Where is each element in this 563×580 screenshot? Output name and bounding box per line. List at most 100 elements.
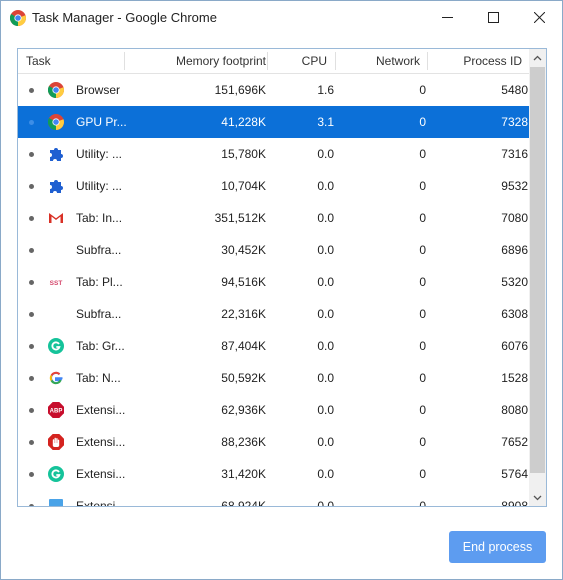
- table-row[interactable]: Utility: ... 10,704K 0.0 0 9532: [18, 170, 529, 202]
- cell-network: 0: [419, 211, 426, 225]
- minimize-icon: [441, 17, 453, 18]
- table-row[interactable]: Subfra... 30,452K 0.0 0 6896: [18, 234, 529, 266]
- table-row[interactable]: Browser 151,696K 1.6 0 5480: [18, 74, 529, 106]
- cell-memory: 41,228K: [221, 115, 266, 129]
- cell-network: 0: [419, 179, 426, 193]
- table-row[interactable]: GPU Pr... 41,228K 3.1 0 7328: [18, 106, 529, 138]
- maximize-button[interactable]: [470, 1, 516, 34]
- table-row[interactable]: Extensi... 88,236K 0.0 0 7652: [18, 426, 529, 458]
- chrome-icon: [47, 114, 64, 130]
- column-divider[interactable]: [124, 52, 125, 70]
- row-bullet: [29, 152, 34, 157]
- end-process-button[interactable]: End process: [449, 531, 546, 563]
- cell-network: 0: [419, 403, 426, 417]
- row-bullet: [29, 184, 34, 189]
- table-row[interactable]: Subfra... 22,316K 0.0 0 6308: [18, 298, 529, 330]
- cell-network: 0: [419, 499, 426, 507]
- title-bar[interactable]: Task Manager - Google Chrome: [1, 1, 562, 34]
- row-bullet: [29, 472, 34, 477]
- column-divider[interactable]: [335, 52, 336, 70]
- cell-task: GPU Pr...: [76, 115, 127, 129]
- gmail-icon: [48, 210, 64, 226]
- scroll-down-button[interactable]: [529, 489, 546, 506]
- cell-network: 0: [419, 115, 426, 129]
- minimize-button[interactable]: [424, 1, 470, 34]
- table-row[interactable]: Utility: ... 15,780K 0.0 0 7316: [18, 138, 529, 170]
- abp-icon: ABP: [48, 402, 64, 418]
- cell-cpu: 0.0: [317, 211, 334, 225]
- cell-task: Utility: ...: [76, 147, 123, 161]
- table-row[interactable]: Extensi... 31,420K 0.0 0 5764: [18, 458, 529, 490]
- scrollbar-thumb[interactable]: [530, 67, 545, 473]
- column-header-cpu[interactable]: CPU: [269, 49, 327, 74]
- table-row[interactable]: Tab: Gr... 87,404K 0.0 0 6076: [18, 330, 529, 362]
- cell-task: Tab: In...: [76, 211, 123, 225]
- cell-process-id: 8080: [501, 403, 528, 417]
- table-row[interactable]: ABP Extensi... 62,936K 0.0 0 8080: [18, 394, 529, 426]
- cell-task: Browser: [76, 83, 121, 97]
- cell-process-id: 6076: [501, 339, 528, 353]
- vertical-scrollbar[interactable]: [529, 49, 546, 506]
- cell-task: Utility: ...: [76, 179, 123, 193]
- cell-process-id: 7328: [501, 115, 528, 129]
- cell-memory: 31,420K: [221, 467, 266, 481]
- column-header-process-id[interactable]: Process ID: [429, 49, 522, 74]
- row-bullet: [29, 88, 34, 93]
- column-header-task[interactable]: Task: [26, 49, 51, 74]
- table-row[interactable]: Tab: In... 351,512K 0.0 0 7080: [18, 202, 529, 234]
- row-bullet: [29, 504, 34, 506]
- cell-memory: 15,780K: [221, 147, 266, 161]
- cell-memory: 88,236K: [221, 435, 266, 449]
- scroll-up-button[interactable]: [529, 49, 546, 66]
- puzzle-icon: [48, 146, 64, 162]
- row-bullet: [29, 312, 34, 317]
- cell-memory: 87,404K: [221, 339, 266, 353]
- stop-hand-icon: [48, 434, 64, 450]
- table-row[interactable]: SST Tab: Pl... 94,516K 0.0 0 5320: [18, 266, 529, 298]
- cell-memory: 22,316K: [221, 307, 266, 321]
- cell-network: 0: [419, 275, 426, 289]
- row-bullet: [29, 280, 34, 285]
- row-bullet: [29, 120, 34, 125]
- column-header-memory[interactable]: Memory footprint: [126, 49, 266, 74]
- extension-blue-icon: [48, 498, 64, 506]
- grammarly-icon: [48, 338, 64, 354]
- cell-memory: 62,936K: [221, 403, 266, 417]
- cell-process-id: 6308: [501, 307, 528, 321]
- cell-task: Extensi...: [76, 499, 126, 507]
- cell-cpu: 0.0: [317, 403, 334, 417]
- table-row[interactable]: Tab: N... 50,592K 0.0 0 1528: [18, 362, 529, 394]
- task-manager-window: Task Manager - Google Chrome Task Memory…: [0, 0, 563, 580]
- column-divider[interactable]: [267, 52, 268, 70]
- close-button[interactable]: [516, 1, 562, 34]
- cell-cpu: 0.0: [317, 147, 334, 161]
- cell-cpu: 0.0: [317, 467, 334, 481]
- row-bullet: [29, 344, 34, 349]
- cell-task: Subfra...: [76, 307, 122, 321]
- cell-network: 0: [419, 147, 426, 161]
- cell-cpu: 0.0: [317, 275, 334, 289]
- table-header: Task Memory footprint CPU Network Proces…: [18, 49, 529, 74]
- cell-network: 0: [419, 339, 426, 353]
- chrome-icon: [10, 10, 26, 26]
- cell-cpu: 0.0: [317, 179, 334, 193]
- column-divider[interactable]: [427, 52, 428, 70]
- cell-process-id: 5320: [501, 275, 528, 289]
- puzzle-icon: [48, 178, 64, 194]
- cell-cpu: 0.0: [317, 435, 334, 449]
- cell-task: Subfra...: [76, 243, 122, 257]
- table-row[interactable]: Extensi... 68,924K 0.0 0 8908: [18, 490, 529, 507]
- close-icon: [533, 12, 545, 23]
- svg-text:ABP: ABP: [50, 409, 63, 415]
- cell-cpu: 0.0: [317, 339, 334, 353]
- cell-task: Extensi...: [76, 467, 126, 481]
- cell-network: 0: [419, 83, 426, 97]
- cell-task: Tab: Gr...: [76, 339, 125, 353]
- cell-memory: 30,452K: [221, 243, 266, 257]
- cell-cpu: 0.0: [317, 371, 334, 385]
- cell-memory: 351,512K: [214, 211, 266, 225]
- cell-cpu: 0.0: [317, 243, 334, 257]
- cell-cpu: 3.1: [317, 115, 334, 129]
- chevron-up-icon: [533, 55, 542, 60]
- column-header-network[interactable]: Network: [337, 49, 420, 74]
